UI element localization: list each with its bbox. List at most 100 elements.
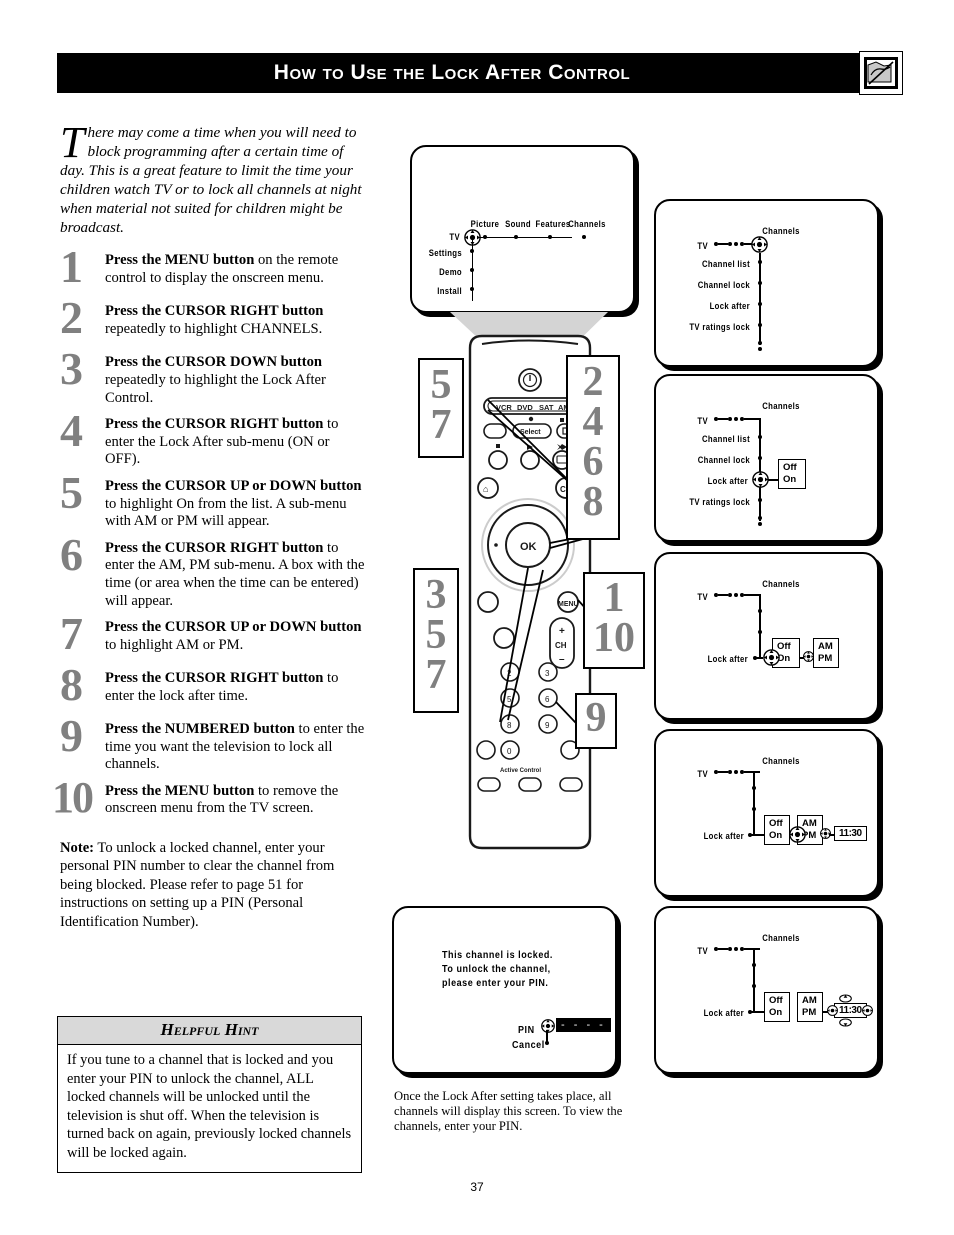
pin-entry-field[interactable]: - - - -	[556, 1018, 611, 1032]
cursor-puck-icon-pm	[789, 826, 806, 843]
path-dot-1	[728, 947, 732, 951]
svg-text:9: 9	[545, 721, 550, 730]
path-dot-2	[734, 770, 738, 774]
step-number-8: 8	[60, 659, 83, 711]
option-pm[interactable]: PM	[818, 653, 834, 665]
path-dot-2	[734, 593, 738, 597]
menu-item-channel-lock[interactable]: Channel lock	[678, 455, 750, 465]
cancel-label[interactable]: Cancel	[512, 1038, 545, 1053]
tv-screen-ampm-menu: Channels TV Lock after Off On AM PM	[654, 552, 879, 720]
label-tv-root: TV	[449, 232, 460, 242]
svg-text:–: –	[559, 654, 565, 665]
menu-item-channels[interactable]: Channels	[567, 219, 607, 229]
step-text-8: Press the CURSOR RIGHT button to enter t…	[105, 670, 339, 704]
note-paragraph: Note: To unlock a locked channel, enter …	[60, 839, 365, 931]
cursor-down-callout-line-0: 3	[425, 572, 447, 618]
pin-vline	[546, 1030, 548, 1042]
lock-after-hline	[750, 834, 764, 836]
ampm-options-box[interactable]: AM PM	[797, 992, 823, 1022]
path-dot-1	[728, 242, 732, 246]
lock-after-time-box[interactable]: 11:30	[834, 826, 867, 841]
step-text-4: Press the CURSOR RIGHT button to enter t…	[105, 416, 339, 468]
dot-channel-lock	[758, 281, 762, 285]
svg-text:Active Control: Active Control	[500, 768, 541, 774]
cursor-down-callout: 3 5 7	[413, 568, 459, 713]
remote-control-illustration: VCR DVD SAT AMP Select ⌂ CC OK MENU	[400, 300, 660, 860]
menu-item-demo[interactable]: Demo	[419, 267, 462, 277]
instructions-column: There may come a time when you will need…	[52, 108, 365, 946]
blocked-tv-hand-icon	[859, 51, 903, 95]
option-off[interactable]: Off	[769, 995, 785, 1007]
menu-item-lock-after[interactable]: Lock after	[677, 654, 748, 664]
ampm-options-box[interactable]: AM PM	[813, 638, 839, 668]
intro-text: here may come a time when you will need …	[60, 124, 362, 237]
menu-item-lock-after[interactable]: Lock after	[673, 1008, 744, 1018]
option-am[interactable]: AM	[802, 995, 818, 1007]
option-on[interactable]: On	[769, 1007, 785, 1019]
dot-channel-list	[758, 260, 762, 264]
helpful-hint-box: Helpful Hint If you tune to a channel th…	[57, 1016, 362, 1173]
channels-vline	[759, 253, 761, 345]
menu-item-settings[interactable]: Settings	[419, 248, 462, 258]
lock-after-options-box[interactable]: Off On	[764, 992, 790, 1022]
pin-message-line-1: This channel is locked.	[442, 950, 553, 961]
menu-item-lock-after[interactable]: Lock after	[673, 831, 744, 841]
option-on[interactable]: On	[769, 830, 785, 842]
lock-after-hline	[755, 657, 763, 659]
option-pm[interactable]: PM	[802, 1007, 818, 1019]
cursor-up-callout-line-1: 7	[430, 401, 452, 448]
menu-dot-picture	[483, 235, 487, 239]
step-number-6: 6	[60, 528, 83, 580]
label-tv-root: TV	[697, 946, 708, 956]
menu-dot-features	[548, 235, 552, 239]
channels-title: Channels	[762, 401, 800, 411]
menu-dot-sound	[514, 235, 518, 239]
option-off[interactable]: Off	[783, 462, 801, 474]
menu-item-picture[interactable]: Picture	[468, 219, 502, 229]
menu-item-channel-list[interactable]: Channel list	[678, 434, 750, 444]
dot-more-1	[758, 516, 762, 520]
menu-item-channel-list[interactable]: Channel list	[678, 259, 750, 269]
pin-label: PIN	[518, 1025, 535, 1036]
menu-dot-channels	[582, 235, 586, 239]
lock-after-hline	[750, 1011, 764, 1013]
option-on[interactable]: On	[783, 474, 801, 486]
path-dot-2	[734, 947, 738, 951]
menu-item-tv-ratings-lock[interactable]: TV ratings lock	[673, 497, 750, 507]
step-text-1: Press the MENU button on the remote cont…	[105, 252, 339, 286]
menu-item-channel-lock[interactable]: Channel lock	[678, 280, 750, 290]
cursor-up-callout: 5 7	[418, 358, 464, 458]
step-6: 6 Press the CURSOR RIGHT button to enter …	[60, 531, 365, 610]
cursor-puck-icon-on	[763, 649, 780, 666]
menu-item-sound[interactable]: Sound	[501, 219, 535, 229]
option-off[interactable]: Off	[769, 818, 785, 830]
lock-after-options-box[interactable]: Off On	[764, 815, 790, 845]
menu-item-lock-after[interactable]: Lock after	[678, 301, 750, 311]
menu-item-tv-ratings-lock[interactable]: TV ratings lock	[673, 322, 750, 332]
dot-collapsed-1	[752, 963, 756, 967]
step-text-9: Press the NUMBERED button to enter the t…	[105, 721, 365, 773]
lock-after-options-box[interactable]: Off On	[778, 459, 806, 489]
svg-text:MENU: MENU	[558, 601, 579, 608]
option-am[interactable]: AM	[818, 641, 834, 653]
cursor-puck-icon-time-down	[839, 1018, 852, 1027]
menu-item-install[interactable]: Install	[419, 286, 462, 296]
dot-more-2	[758, 347, 762, 351]
tv-screen-main-menu: TV Picture Sound Features Channels Setti…	[410, 145, 635, 313]
menu-item-lock-after[interactable]: Lock after	[677, 476, 748, 486]
svg-text:SAT: SAT	[539, 403, 554, 412]
cursor-puck-icon-time-left	[827, 1005, 838, 1016]
path-dot-1	[728, 593, 732, 597]
root-hline-2	[744, 771, 760, 773]
menu-callout-line-0: 1	[603, 575, 625, 621]
cursor-puck-icon-time-up	[839, 994, 852, 1003]
cursor-right-callout-line-3: 8	[582, 478, 604, 525]
svg-text:0: 0	[507, 747, 512, 756]
step-10: 10 Press the MENU button to remove the on…	[52, 774, 365, 825]
step-2: 2 Press the CURSOR RIGHT button repeatedl…	[60, 295, 365, 345]
svg-text:6: 6	[545, 695, 550, 704]
path-dot-1	[728, 770, 732, 774]
root-hline	[718, 418, 728, 420]
step-text-7: Press the CURSOR UP or DOWN button to hi…	[105, 619, 362, 653]
step-text-2: Press the CURSOR RIGHT button repeatedly…	[105, 303, 324, 337]
